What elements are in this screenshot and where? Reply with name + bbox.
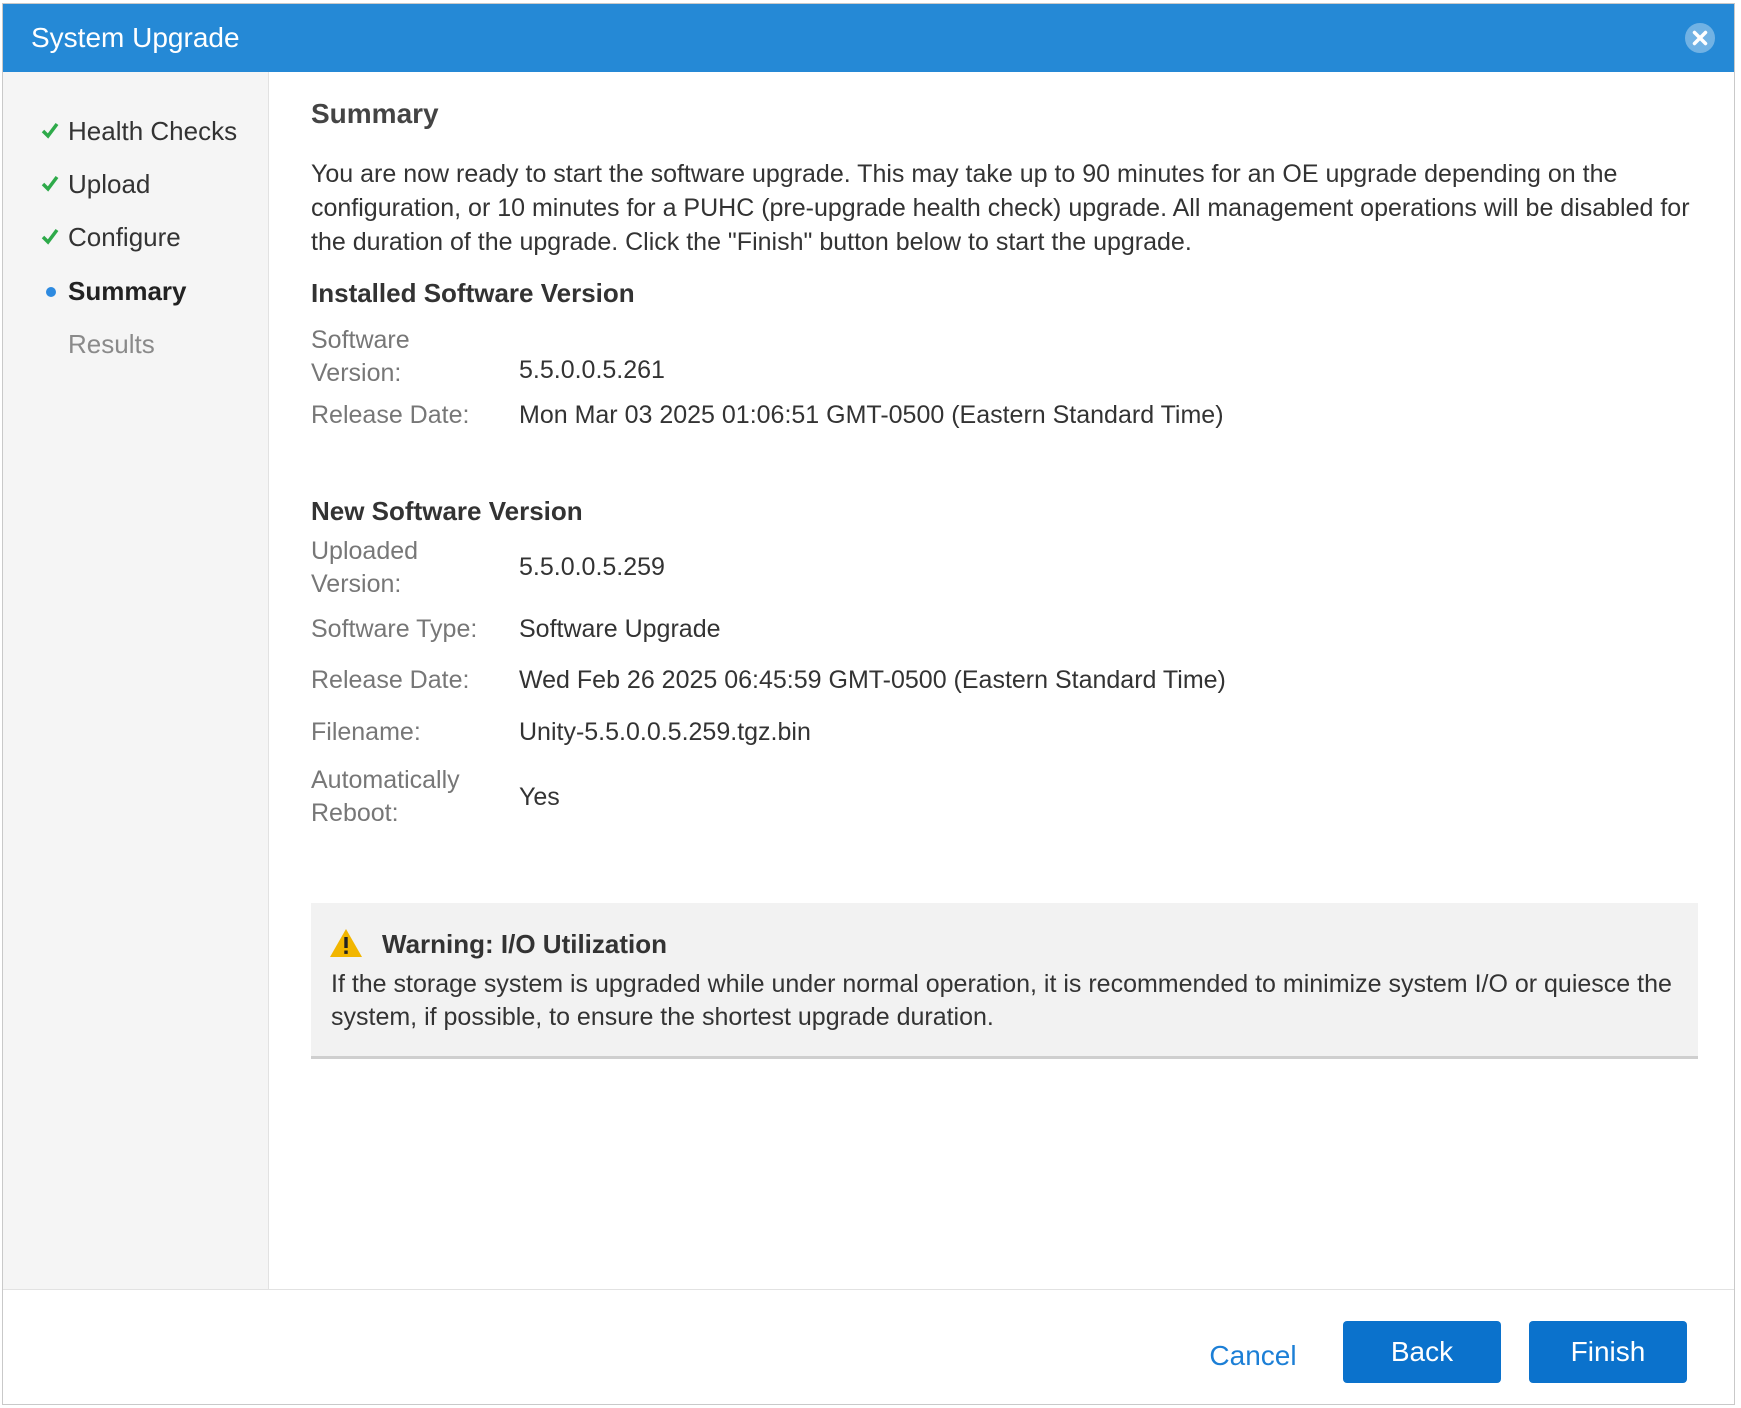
software-type-label: Software Type: [311, 613, 501, 646]
checkmark-icon [41, 164, 61, 204]
filename-label: Filename: [311, 716, 501, 749]
wizard-steps-sidebar: Health Checks Upload Configure Summary R… [3, 72, 269, 1289]
software-version-value: 5.5.0.0.5.261 [519, 354, 665, 387]
auto-reboot-value: Yes [519, 781, 560, 814]
step-label: Results [68, 324, 155, 364]
checkmark-icon [41, 217, 61, 257]
software-version-label: Software Version: [311, 324, 501, 390]
filename-value: Unity-5.5.0.0.5.259.tgz.bin [519, 716, 811, 749]
warning-text: If the storage system is upgraded while … [331, 968, 1676, 1034]
warning-triangle-icon [329, 927, 363, 959]
installed-release-date-label: Release Date: [311, 399, 501, 432]
uploaded-version-value: 5.5.0.0.5.259 [519, 551, 665, 584]
system-upgrade-dialog: System Upgrade Health Checks Upload Con [2, 3, 1735, 1405]
dialog-footer: Cancel Back Finish [3, 1289, 1734, 1404]
auto-reboot-label: Automatically Reboot: [311, 764, 501, 830]
page-title: Summary [311, 98, 439, 130]
new-release-date-value: Wed Feb 26 2025 06:45:59 GMT-0500 (Easte… [519, 664, 1226, 697]
installed-release-date-value: Mon Mar 03 2025 01:06:51 GMT-0500 (Easte… [519, 399, 1224, 432]
installed-version-heading: Installed Software Version [311, 278, 635, 309]
uploaded-version-label: Uploaded Version: [311, 535, 501, 601]
warning-title: Warning: I/O Utilization [382, 929, 667, 960]
close-icon[interactable] [1684, 22, 1716, 54]
new-release-date-label: Release Date: [311, 664, 501, 697]
io-warning-box: Warning: I/O Utilization If the storage … [311, 903, 1698, 1059]
software-type-value: Software Upgrade [519, 613, 721, 646]
finish-button[interactable]: Finish [1529, 1321, 1687, 1383]
checkmark-icon [41, 111, 61, 151]
back-button[interactable]: Back [1343, 1321, 1501, 1383]
step-label: Summary [68, 271, 187, 311]
intro-text: You are now ready to start the software … [311, 157, 1716, 259]
dot-icon [41, 271, 61, 311]
summary-panel: Summary You are now ready to start the s… [269, 72, 1734, 1289]
new-version-heading: New Software Version [311, 496, 583, 527]
step-label: Configure [68, 217, 181, 257]
step-label: Health Checks [68, 111, 237, 151]
dialog-titlebar: System Upgrade [3, 4, 1734, 72]
dialog-title: System Upgrade [31, 4, 240, 72]
cancel-button[interactable]: Cancel [1193, 1325, 1313, 1385]
step-label: Upload [68, 164, 150, 204]
